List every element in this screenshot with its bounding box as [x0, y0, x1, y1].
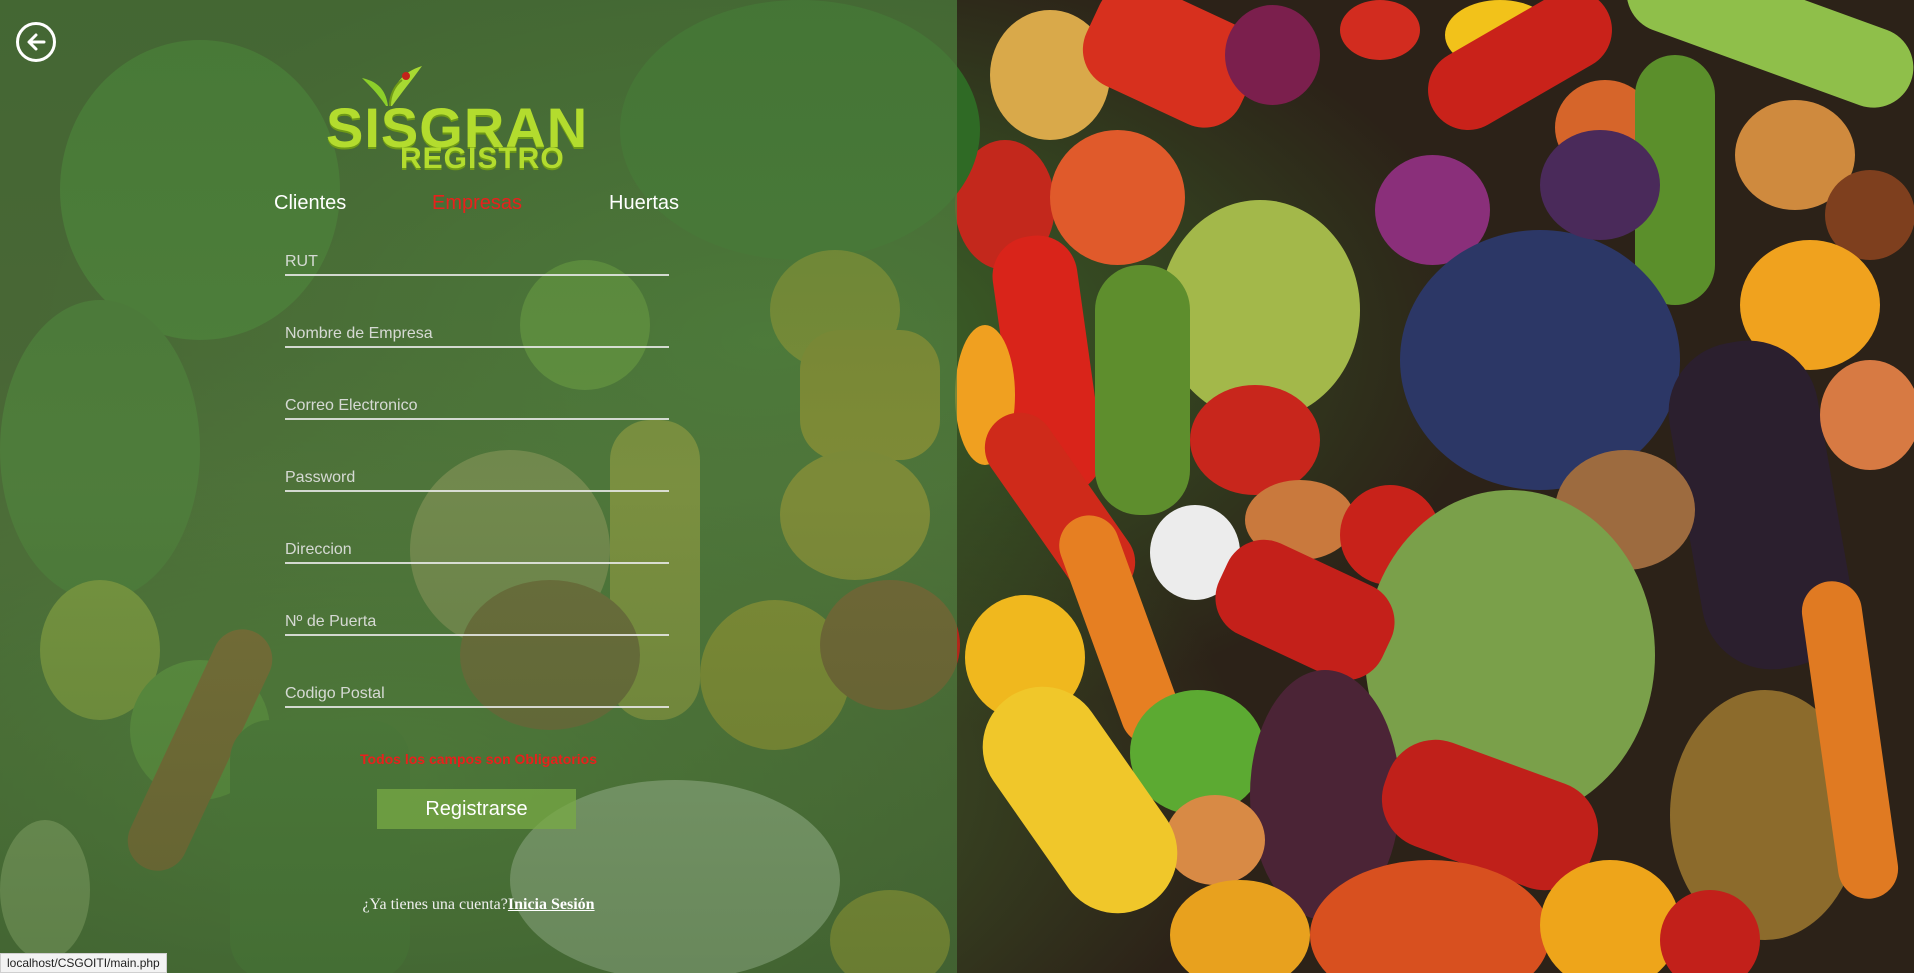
register-button[interactable]: Registrarse: [377, 789, 576, 829]
address-input[interactable]: [285, 534, 669, 562]
company-name-field: [285, 318, 669, 348]
back-button[interactable]: [16, 22, 56, 62]
rut-field: [285, 246, 669, 276]
password-field: [285, 462, 669, 492]
postal-code-input[interactable]: [285, 678, 669, 706]
email-input[interactable]: [285, 390, 669, 418]
sisgran-logo: SISGRAN REGISTRO: [322, 62, 632, 175]
browser-status-url: localhost/CSGOITI/main.php: [0, 953, 167, 973]
required-fields-note: Todos los campos son Obligatorios: [360, 751, 597, 767]
company-name-input[interactable]: [285, 318, 669, 346]
login-link[interactable]: Inicia Sesión: [508, 896, 595, 913]
registration-tabs: Clientes Empresas Huertas: [0, 192, 957, 222]
logo-subtitle: REGISTRO: [400, 142, 565, 175]
postal-code-field: [285, 678, 669, 708]
arrow-left-circle-icon: [27, 33, 46, 51]
rut-input[interactable]: [285, 246, 669, 274]
password-input[interactable]: [285, 462, 669, 490]
register-panel: SISGRAN REGISTRO Clientes Empresas Huert…: [0, 0, 957, 973]
account-prompt-text: ¿Ya tienes una cuenta?: [362, 896, 508, 913]
door-number-field: [285, 606, 669, 636]
address-field: [285, 534, 669, 564]
tab-clientes[interactable]: Clientes: [274, 192, 346, 215]
door-number-input[interactable]: [285, 606, 669, 634]
tab-huertas[interactable]: Huertas: [609, 192, 679, 215]
email-field: [285, 390, 669, 420]
account-prompt: ¿Ya tienes una cuenta?Inicia Sesión: [0, 896, 957, 914]
tab-empresas[interactable]: Empresas: [432, 192, 522, 215]
